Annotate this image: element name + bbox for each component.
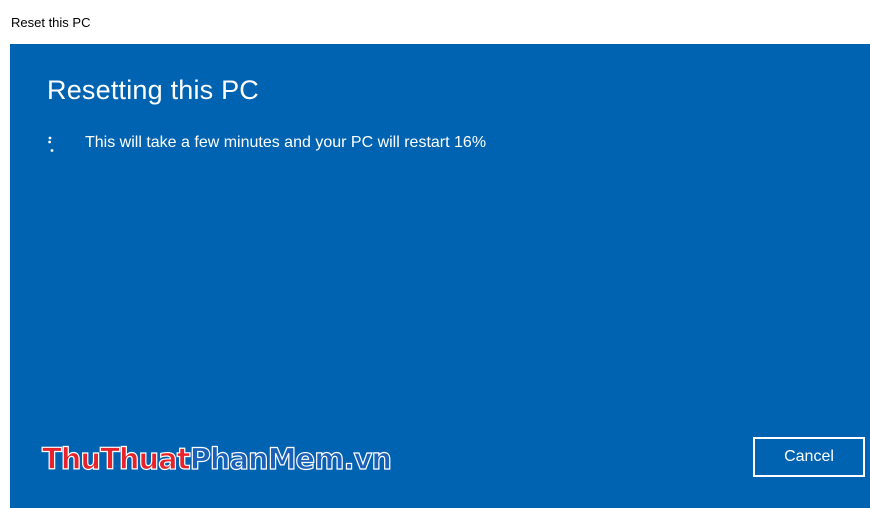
cancel-button[interactable]: Cancel xyxy=(753,437,865,477)
reset-pc-window: Reset this PC Resetting this PC This wil… xyxy=(9,0,870,508)
progress-status-text: This will take a few minutes and your PC… xyxy=(85,134,487,151)
page-title: Resetting this PC xyxy=(47,75,259,105)
loading-spinner-icon xyxy=(48,136,54,152)
reset-progress-panel: Resetting this PC This will take a few m… xyxy=(10,44,870,508)
watermark-logo: ThuThuatPhanMem.vn xyxy=(41,441,393,476)
window-title: Reset this PC xyxy=(11,15,91,30)
watermark-text-part1: ThuThuat xyxy=(41,441,191,476)
title-bar[interactable]: Reset this PC xyxy=(9,0,870,44)
watermark-text-part2: PhanMem.vn xyxy=(189,441,393,476)
